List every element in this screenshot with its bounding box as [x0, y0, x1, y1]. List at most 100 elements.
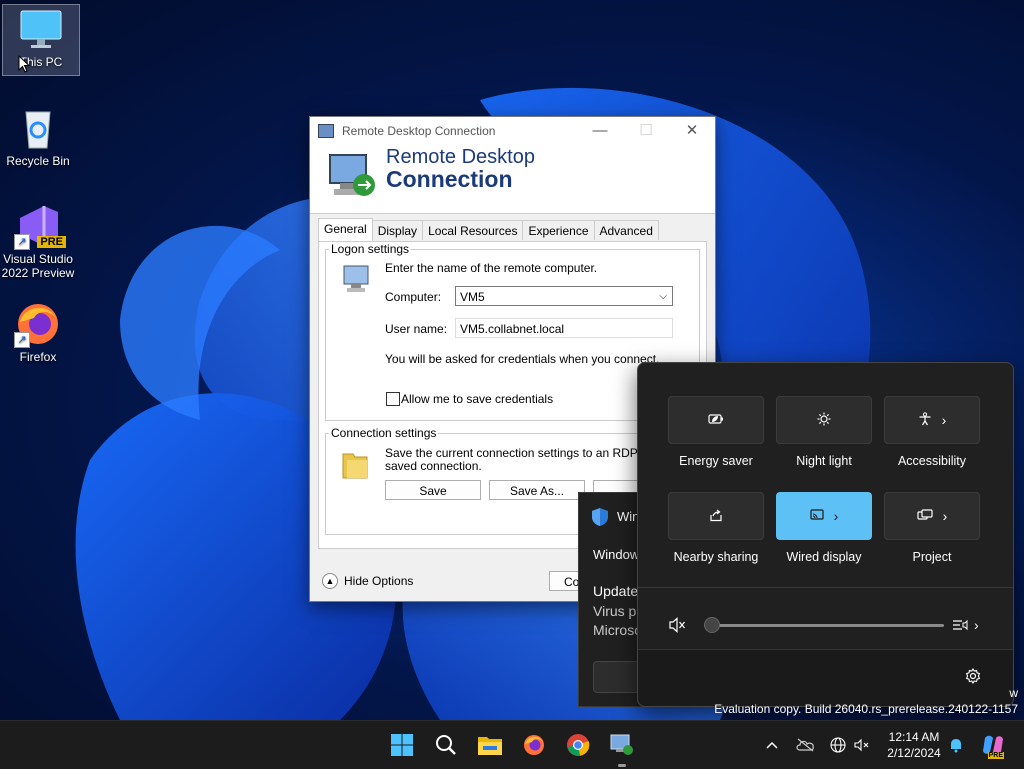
volume-track [704, 624, 944, 627]
rdp-logo-icon [329, 154, 375, 196]
logon-instruction: Enter the name of the remote computer. [385, 261, 598, 275]
rdp-app-icon [318, 124, 334, 138]
connection-settings-label: Connection settings [329, 426, 439, 440]
audio-mixer-icon [953, 619, 968, 631]
logon-settings-label: Logon settings [329, 242, 412, 256]
mouse-cursor-icon [18, 55, 30, 73]
tab-strip: General Display Local Resources Experien… [318, 218, 659, 244]
wired-display-toggle[interactable]: › [776, 492, 872, 540]
settings-gear-icon[interactable] [965, 667, 981, 687]
preview-badge: PRE [37, 236, 66, 248]
volume-slider[interactable] [704, 616, 944, 634]
chevron-down-icon[interactable]: ⌵ [659, 287, 667, 307]
network-globe-icon[interactable] [826, 721, 850, 769]
build-watermark: w Evaluation copy. Build 26040.rs_prerel… [714, 686, 1018, 716]
cast-icon [810, 508, 824, 524]
maximize-button[interactable]: ☐ [623, 117, 669, 145]
desktop-icon-visual-studio[interactable]: PRE ↗ Visual Studio 2022 Preview [0, 202, 76, 280]
notification-header: Window [593, 547, 640, 562]
desktop-icon-label: Firefox [19, 350, 57, 364]
desktop-icon-firefox[interactable]: ↗ Firefox [0, 300, 76, 364]
energy-saver-icon [708, 412, 724, 428]
notification-bell-icon[interactable] [944, 721, 968, 769]
monitor-icon [17, 5, 65, 53]
desktop-icon-recycle-bin[interactable]: Recycle Bin [0, 104, 76, 168]
title-bar[interactable]: Remote Desktop Connection — ☐ ✕ [310, 117, 715, 145]
close-button[interactable]: ✕ [669, 117, 715, 145]
credentials-note: You will be asked for credentials when y… [385, 352, 660, 366]
connection-description-line1: Save the current connection settings to … [385, 446, 671, 460]
folder-icon [342, 453, 368, 479]
start-icon[interactable] [386, 729, 418, 761]
taskbar: 12:14 AM 2/12/2024 PRE [0, 720, 1024, 769]
save-credentials-label[interactable]: Allow me to save credentials [401, 392, 553, 406]
username-field[interactable]: VM5.collabnet.local [455, 318, 673, 338]
save-as-button[interactable]: Save As... [489, 480, 585, 500]
tab-advanced[interactable]: Advanced [593, 220, 659, 240]
visual-studio-icon: PRE ↗ [14, 202, 66, 250]
notification-heading: Update [593, 583, 639, 599]
quick-settings-footer [638, 649, 1013, 706]
volume-muted-icon[interactable] [850, 721, 874, 769]
desktop-icon-label: This PC [19, 55, 63, 69]
save-button[interactable]: Save [385, 480, 481, 500]
desktop-icon-this-pc[interactable]: This PC [2, 4, 80, 76]
username-label: User name: [385, 322, 448, 336]
rdp-banner: Remote Desktop Connection [310, 145, 715, 214]
show-hidden-icons-chevron-icon[interactable] [760, 721, 784, 769]
chrome-icon[interactable] [562, 729, 594, 761]
project-toggle[interactable]: › [884, 492, 980, 540]
save-credentials-checkbox[interactable] [386, 392, 400, 406]
accessibility-toggle[interactable]: › [884, 396, 980, 444]
copilot-icon[interactable]: PRE [978, 721, 1008, 769]
energy-saver-toggle[interactable] [668, 396, 764, 444]
recycle-bin-icon [14, 104, 62, 152]
computer-label: Computer: [385, 290, 442, 304]
desktop-icon-label: Recycle Bin [6, 154, 70, 168]
hide-options-toggle[interactable]: ▲ Hide Options [322, 573, 413, 589]
night-light-toggle[interactable] [776, 396, 872, 444]
chevron-right-icon[interactable]: › [943, 508, 948, 524]
search-icon[interactable] [430, 729, 462, 761]
clock-date: 2/12/2024 [887, 746, 941, 760]
energy-saver-label: Energy saver [679, 454, 753, 468]
notification-line2: Microso [593, 622, 643, 638]
quick-settings-panel: Energy saver Night light › Accessibility… [637, 362, 1014, 707]
copilot-preview-badge: PRE [987, 752, 1004, 759]
chevron-right-icon: › [974, 617, 979, 633]
chevron-right-icon[interactable]: › [834, 508, 839, 524]
divider [638, 587, 1013, 588]
tab-experience[interactable]: Experience [522, 220, 595, 240]
onedrive-icon[interactable] [792, 721, 818, 769]
audio-output-button[interactable]: › [952, 617, 979, 633]
nearby-sharing-toggle[interactable] [668, 492, 764, 540]
tab-display[interactable]: Display [371, 220, 424, 240]
chevron-up-icon: ▲ [322, 573, 338, 589]
night-light-icon [817, 412, 831, 429]
accessibility-icon [918, 411, 932, 429]
watermark-line1: w [1009, 686, 1018, 700]
firefox-icon: ↗ [14, 300, 62, 348]
clock-time: 12:14 AM [888, 730, 940, 744]
nearby-sharing-label: Nearby sharing [673, 550, 759, 564]
volume-thumb[interactable] [704, 617, 720, 633]
share-icon [709, 508, 723, 525]
tab-local-resources[interactable]: Local Resources [422, 220, 524, 240]
accessibility-label: Accessibility [897, 454, 967, 468]
computer-icon [343, 265, 369, 292]
notification-line1: Virus pr [593, 603, 641, 619]
hide-options-label: Hide Options [344, 574, 414, 588]
remote-desktop-icon[interactable] [606, 729, 638, 767]
desktop-icon-label: Visual Studio 2022 Preview [1, 252, 75, 280]
project-label: Project [912, 550, 952, 564]
speaker-muted-icon[interactable] [668, 617, 686, 636]
file-explorer-icon[interactable] [474, 729, 506, 761]
chevron-right-icon[interactable]: › [942, 412, 947, 428]
computer-combobox[interactable]: VM5 ⌵ [455, 286, 673, 306]
connection-description-line2: saved connection. [385, 459, 482, 473]
shield-icon [592, 508, 608, 526]
window-title: Remote Desktop Connection [342, 124, 496, 138]
system-clock[interactable]: 12:14 AM 2/12/2024 [876, 729, 952, 761]
firefox-icon[interactable] [518, 729, 550, 761]
minimize-button[interactable]: — [577, 117, 623, 145]
